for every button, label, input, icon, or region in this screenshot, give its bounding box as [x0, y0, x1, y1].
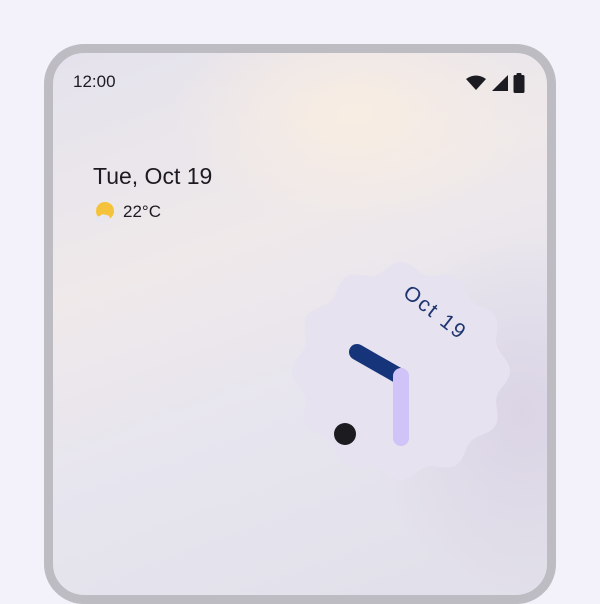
wifi-icon — [466, 75, 486, 90]
weather-temperature: 22°C — [123, 202, 161, 221]
partly-sunny-icon — [95, 202, 114, 222]
lockscreen-date: Tue, Oct 19 — [93, 163, 213, 189]
status-icons — [465, 73, 525, 93]
analog-clock-widget[interactable]: Oct 19 — [289, 259, 513, 483]
clock-face — [292, 262, 510, 480]
phone-frame: 12:00 Tue, Oct 19 22°C Oct 19 — [44, 44, 556, 604]
battery-icon — [513, 73, 525, 93]
cell-signal-icon — [492, 75, 508, 91]
weather-widget[interactable]: 22°C — [93, 201, 161, 223]
status-bar: 12:00 — [53, 53, 547, 109]
clock-center-dot — [334, 423, 356, 445]
status-time: 12:00 — [73, 72, 116, 91]
